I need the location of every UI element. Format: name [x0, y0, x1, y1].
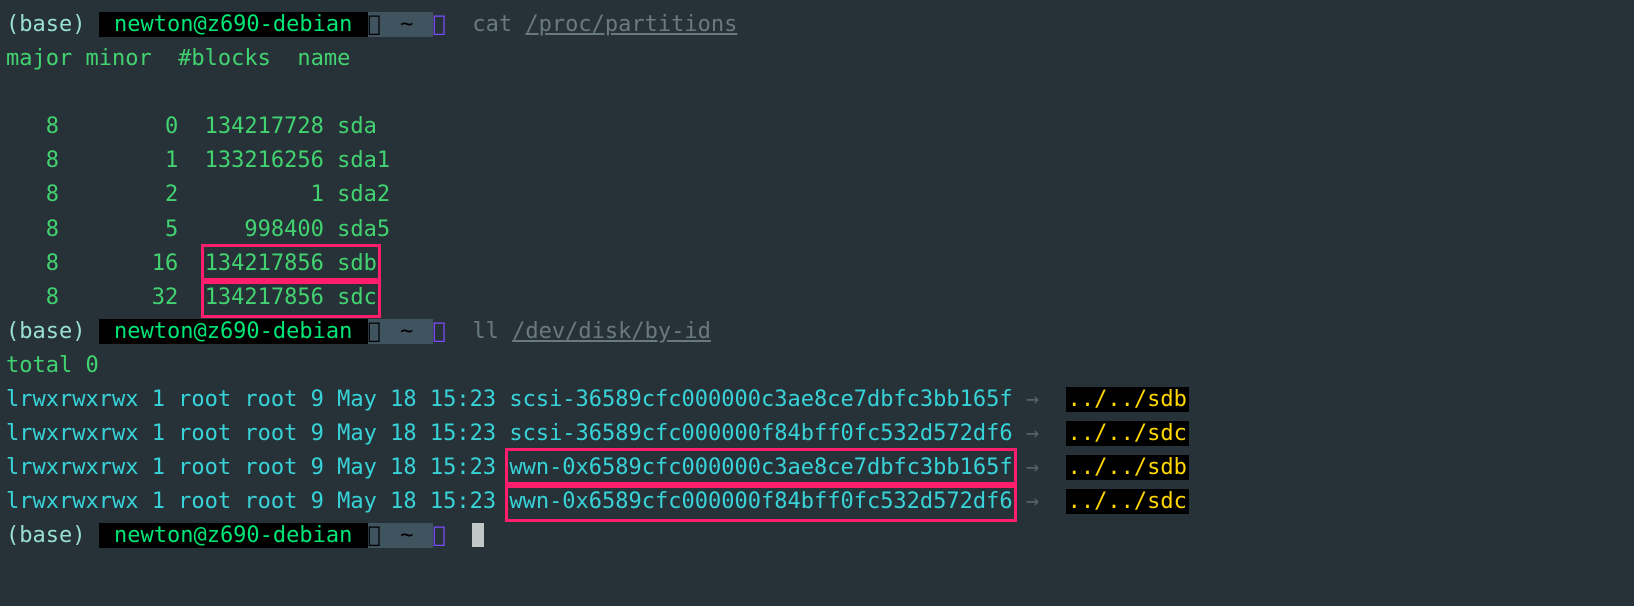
- partition-row: 8 5 998400 sda5: [6, 217, 390, 242]
- disk-id: scsi-36589cfc000000c3ae8ce7dbfc3bb165f: [509, 387, 1012, 412]
- ll-perms: lrwxrwxrwx 1 root root 9 May 18 15:23: [6, 489, 496, 514]
- arrow-icon: →: [1026, 455, 1039, 480]
- terminal[interactable]: (base) newton@z690-debian  ~  cat /pro…: [0, 0, 1634, 562]
- prompt-line-3: (base) newton@z690-debian  ~ : [6, 523, 484, 548]
- partitions-header: major minor #blocks name: [6, 46, 350, 71]
- partitions-output: 8 0 134217728 sda 8 1 133216256 sda1 8 2…: [6, 114, 390, 309]
- ll-perms: lrwxrwxrwx 1 root root 9 May 18 15:23: [6, 387, 496, 412]
- prompt-cwd: ~: [381, 12, 433, 37]
- arrow-icon: →: [1026, 489, 1039, 514]
- command-cat: cat: [472, 12, 512, 37]
- link-target: ../../sdb: [1066, 387, 1189, 412]
- highlight-box: wwn-0x6589cfc000000f84bff0fc532d572df6: [505, 482, 1016, 522]
- link-target: ../../sdb: [1066, 455, 1189, 480]
- ll-total: total 0: [6, 353, 99, 378]
- arrow-icon: →: [1026, 387, 1039, 412]
- prompt-base: (base): [6, 523, 85, 548]
- highlight-box: 134217856 sdc: [201, 278, 381, 318]
- prompt-user-host: newton@z690-debian: [99, 12, 368, 37]
- prompt-line-1: (base) newton@z690-debian  ~  cat /pro…: [6, 12, 737, 37]
- disk-id: wwn-0x6589cfc000000f84bff0fc532d572df6: [509, 489, 1012, 514]
- prompt-cwd: ~: [381, 523, 433, 548]
- command-cat-path: /proc/partitions: [525, 12, 737, 37]
- link-target: ../../sdc: [1066, 421, 1189, 446]
- prompt-base: (base): [6, 319, 85, 344]
- prompt-line-2: (base) newton@z690-debian  ~  ll /dev/…: [6, 319, 711, 344]
- partition-row: 8 0 134217728 sda: [6, 114, 377, 139]
- cursor[interactable]: [472, 523, 484, 547]
- prompt-user-host: newton@z690-debian: [99, 523, 368, 548]
- command-ll-path: /dev/disk/by-id: [512, 319, 711, 344]
- disk-id: wwn-0x6589cfc000000c3ae8ce7dbfc3bb165f: [509, 455, 1012, 480]
- prompt-cwd: ~: [381, 319, 433, 344]
- ll-perms: lrwxrwxrwx 1 root root 9 May 18 15:23: [6, 421, 496, 446]
- ll-output: lrwxrwxrwx 1 root root 9 May 18 15:23 sc…: [6, 387, 1189, 514]
- arrow-icon: →: [1026, 421, 1039, 446]
- disk-id: scsi-36589cfc000000f84bff0fc532d572df6: [509, 421, 1012, 446]
- partition-row: 8 16 134217856 sdb: [6, 251, 377, 276]
- link-target: ../../sdc: [1066, 489, 1189, 514]
- partition-row: 8 32 134217856 sdc: [6, 285, 377, 310]
- prompt-user-host: newton@z690-debian: [99, 319, 368, 344]
- command-ll: ll: [472, 319, 499, 344]
- prompt-base: (base): [6, 12, 85, 37]
- ll-perms: lrwxrwxrwx 1 root root 9 May 18 15:23: [6, 455, 496, 480]
- partition-row: 8 1 133216256 sda1: [6, 148, 390, 173]
- partition-row: 8 2 1 sda2: [6, 182, 390, 207]
